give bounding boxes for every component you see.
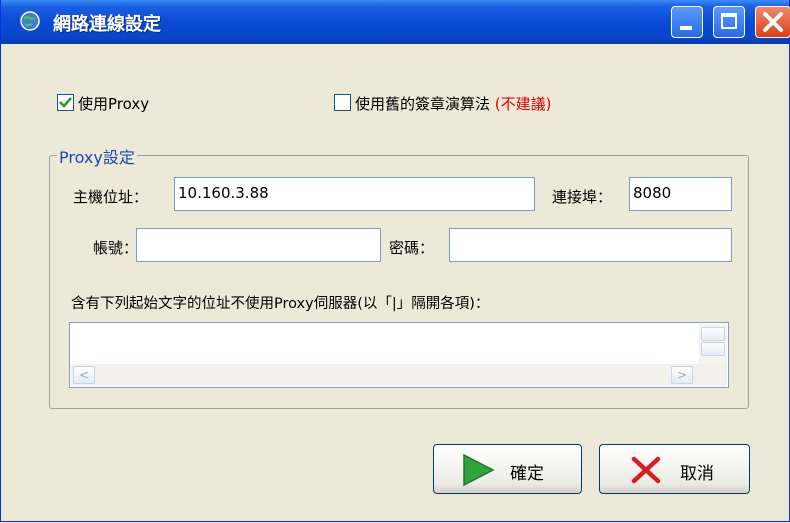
title-bar[interactable]: 網路連線設定 (1, 0, 790, 44)
ok-button[interactable]: 確定 (433, 444, 582, 494)
legacy-signature-text: 使用舊的簽章演算法 (355, 95, 491, 113)
host-input[interactable]: 10.160.3.88 (174, 177, 535, 211)
bypass-text (70, 323, 728, 329)
legacy-signature-label[interactable]: 使用舊的簽章演算法 (不建議) (355, 93, 552, 114)
ok-button-label: 確定 (510, 464, 544, 484)
play-arrow-icon (463, 453, 495, 487)
proxy-group-title: Proxy設定 (57, 144, 137, 168)
horizontal-scrollbar[interactable]: < > (71, 364, 727, 386)
account-label: 帳號： (93, 239, 139, 257)
minimize-button[interactable] (671, 6, 703, 38)
use-proxy-label[interactable]: 使用Proxy (78, 93, 149, 114)
cancel-button[interactable]: 取消 (599, 444, 750, 494)
chevron-left-icon: < (78, 368, 90, 382)
port-input[interactable]: 8080 (629, 177, 732, 211)
close-button[interactable] (755, 6, 790, 38)
scroll-right-button[interactable]: > (671, 366, 693, 384)
minimize-icon (680, 26, 692, 30)
password-input[interactable] (449, 228, 732, 262)
account-input[interactable] (136, 228, 381, 262)
maximize-button[interactable] (713, 6, 745, 38)
checkmark-icon (59, 97, 72, 108)
vertical-scrollbar[interactable] (699, 324, 727, 368)
close-icon (763, 12, 783, 32)
chevron-right-icon: > (676, 368, 688, 382)
host-label: 主機位址： (73, 188, 149, 206)
cancel-button-label: 取消 (680, 464, 714, 484)
legacy-signature-warning: (不建議) (494, 95, 552, 113)
port-label: 連接埠： (552, 188, 613, 206)
bypass-label: 含有下列起始文字的位址不使用Proxy伺服器(以「|」隔開各項)： (71, 296, 490, 312)
legacy-signature-checkbox[interactable] (334, 94, 351, 111)
scroll-up-button[interactable] (701, 327, 725, 341)
x-icon (631, 456, 661, 484)
password-label: 密碼： (389, 239, 435, 257)
maximize-icon (721, 13, 737, 29)
window-title: 網路連線設定 (53, 14, 161, 35)
dialog-window: 網路連線設定 使用Proxy 使用舊的簽章演算法 (不建議) Proxy設定 主… (0, 0, 790, 522)
bypass-textarea[interactable]: < > (69, 322, 729, 388)
scroll-down-button[interactable] (701, 342, 725, 356)
use-proxy-checkbox[interactable] (57, 94, 74, 111)
globe-icon (20, 11, 40, 31)
scroll-left-button[interactable]: < (73, 366, 95, 384)
